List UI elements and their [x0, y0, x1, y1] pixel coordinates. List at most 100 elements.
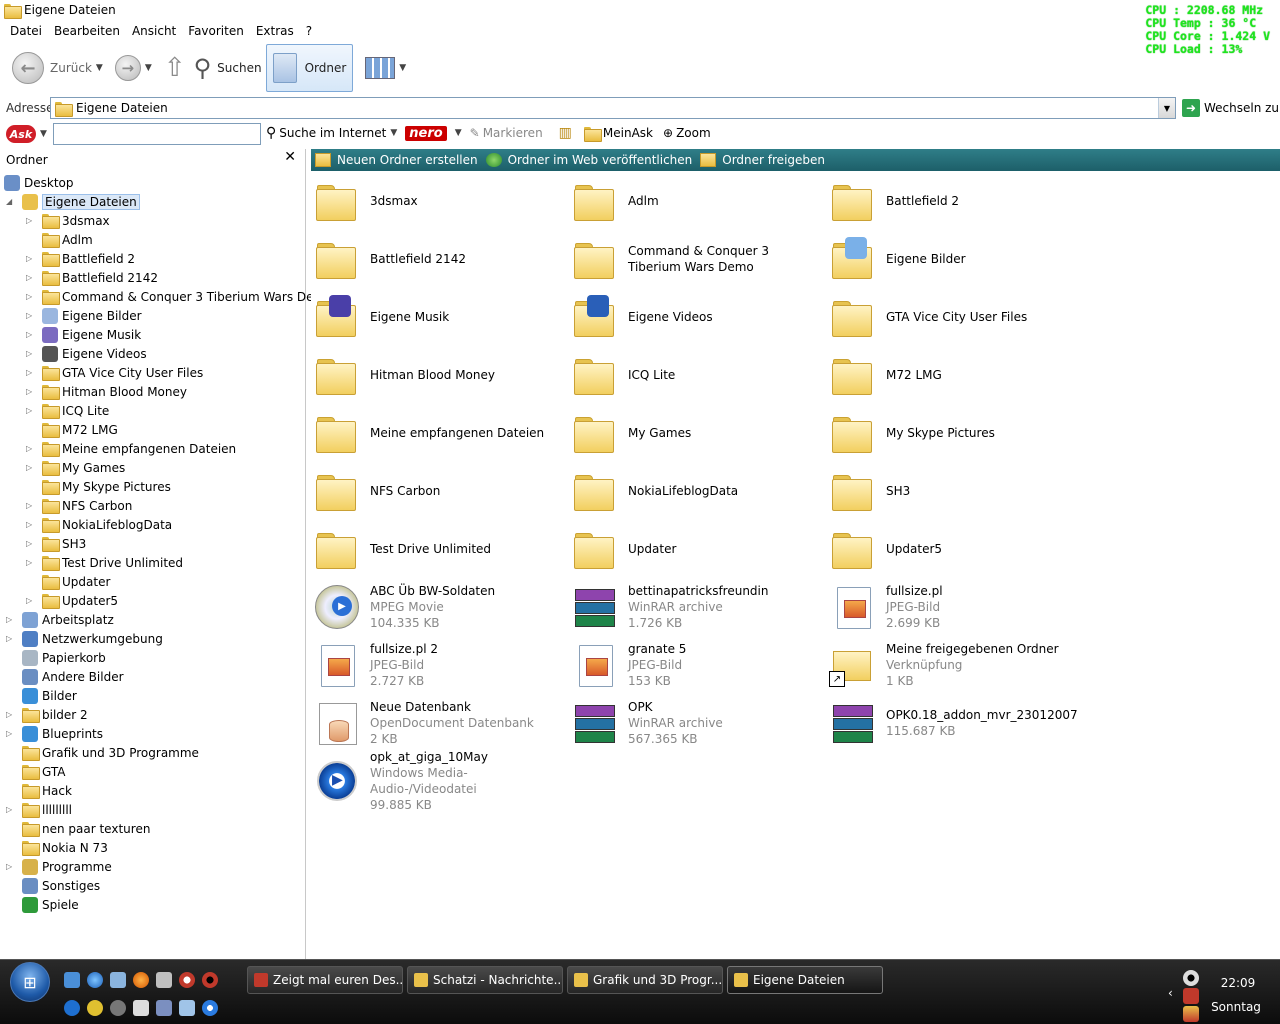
- quicklaunch-explorer-icon[interactable]: [110, 972, 126, 988]
- tree-item[interactable]: ▷ Battlefield 2142: [26, 268, 158, 287]
- taskbar-button[interactable]: Eigene Dateien: [727, 966, 883, 994]
- tree-item[interactable]: Grafik und 3D Programme: [6, 743, 199, 762]
- file-item[interactable]: opk_at_giga_10May Windows Media-Audio-/Vi…: [313, 750, 563, 812]
- tree-item[interactable]: Sonstiges: [6, 876, 100, 895]
- tree-item[interactable]: Spiele: [6, 895, 79, 914]
- tray-shield-icon[interactable]: [1183, 988, 1199, 1004]
- tree-item[interactable]: Andere Bilder: [6, 667, 124, 686]
- tree-item[interactable]: ▷ 3dsmax: [26, 211, 110, 230]
- myask-button[interactable]: MeinAsk: [583, 126, 653, 142]
- tree-item[interactable]: ▷ Programme: [6, 857, 112, 876]
- close-icon[interactable]: ✕: [284, 149, 296, 165]
- quicklaunch-firefox-icon[interactable]: [133, 972, 149, 988]
- folder-item[interactable]: M72 LMG: [829, 348, 1079, 402]
- quicklaunch-ie-icon[interactable]: [87, 972, 103, 988]
- folder-item[interactable]: GTA Vice City User Files: [829, 290, 1079, 344]
- tree-item[interactable]: ▷ Hitman Blood Money: [26, 382, 187, 401]
- taskbar-button[interactable]: Zeigt mal euren Des...: [247, 966, 403, 994]
- quicklaunch-tool-icon[interactable]: [133, 1000, 149, 1016]
- address-dropdown-icon[interactable]: ▼: [1158, 98, 1175, 118]
- tree-item[interactable]: ▷ SH3: [26, 534, 86, 553]
- start-button[interactable]: ⊞: [10, 962, 50, 1002]
- menu-view[interactable]: Ansicht: [126, 24, 182, 38]
- clock-time[interactable]: 22:09: [1208, 976, 1268, 990]
- tree-item[interactable]: ▷ Meine empfangenen Dateien: [26, 439, 236, 458]
- folder-item[interactable]: Battlefield 2142: [313, 232, 563, 286]
- tree-item[interactable]: ▷ Test Drive Unlimited: [26, 553, 183, 572]
- expand-arrow-icon[interactable]: ▷: [26, 406, 36, 415]
- forward-button[interactable]: → ▼: [111, 44, 160, 92]
- ask-dropdown-icon[interactable]: ▼: [40, 129, 47, 139]
- tree-item[interactable]: ▷ lllllllll: [6, 800, 72, 819]
- address-input[interactable]: Eigene Dateien ▼: [50, 97, 1176, 119]
- search-web-button[interactable]: ⚲ Suche im Internet ▼: [266, 125, 401, 141]
- expand-arrow-icon[interactable]: ◢: [6, 197, 16, 206]
- expand-arrow-icon[interactable]: ▷: [26, 596, 36, 605]
- file-item[interactable]: Meine freigegebenen Ordner Verknüpfung 1 K…: [829, 638, 1079, 692]
- folder-item[interactable]: Updater: [571, 522, 821, 576]
- expand-arrow-icon[interactable]: ▷: [26, 292, 36, 301]
- tray-zonealarm-icon[interactable]: [1183, 1006, 1199, 1022]
- menu-help[interactable]: ?: [300, 24, 318, 38]
- tree-item[interactable]: ▷ ICQ Lite: [26, 401, 109, 420]
- file-item[interactable]: granate 5 JPEG-Bild 153 KB: [571, 638, 821, 692]
- tree-item[interactable]: ◢ Eigene Dateien: [6, 192, 140, 211]
- menu-favorites[interactable]: Favoriten: [182, 24, 250, 38]
- expand-arrow-icon[interactable]: ▷: [6, 805, 16, 814]
- up-button[interactable]: ⇧: [160, 44, 190, 92]
- folder-item[interactable]: Command & Conquer 3 Tiberium Wars Demo: [571, 232, 821, 286]
- quicklaunch-window-icon[interactable]: [179, 1000, 195, 1016]
- taskbar-button[interactable]: Grafik und 3D Progr...: [567, 966, 723, 994]
- nero-button[interactable]: nero: [405, 125, 447, 141]
- folder-item[interactable]: ICQ Lite: [571, 348, 821, 402]
- file-item[interactable]: OPK WinRAR archive 567.365 KB: [571, 696, 821, 750]
- tree-item[interactable]: ▷ Blueprints: [6, 724, 103, 743]
- expand-arrow-icon[interactable]: ▷: [26, 444, 36, 453]
- folder-item[interactable]: Eigene Musik: [313, 290, 563, 344]
- tree-item[interactable]: ▷ NFS Carbon: [26, 496, 132, 515]
- expand-arrow-icon[interactable]: ▷: [6, 862, 16, 871]
- menu-file[interactable]: Datei: [4, 24, 48, 38]
- expand-arrow-icon[interactable]: ▷: [6, 710, 16, 719]
- new-folder-task[interactable]: Neuen Ordner erstellen: [315, 153, 478, 167]
- tree-item[interactable]: ▷ Battlefield 2: [26, 249, 135, 268]
- ask-logo[interactable]: Ask: [6, 125, 36, 143]
- tray-expand-icon[interactable]: ‹: [1168, 986, 1173, 1000]
- go-button[interactable]: ➜ Wechseln zu: [1182, 99, 1279, 117]
- quicklaunch-steam-icon[interactable]: [110, 1000, 126, 1016]
- file-item[interactable]: Neue Datenbank OpenDocument Datenbank 2 KB: [313, 696, 563, 750]
- expand-arrow-icon[interactable]: ▷: [26, 387, 36, 396]
- folder-item[interactable]: Meine empfangenen Dateien: [313, 406, 563, 460]
- publish-folder-task[interactable]: Ordner im Web veröffentlichen: [485, 153, 692, 167]
- tree-item[interactable]: ▷ Eigene Musik: [26, 325, 141, 344]
- quicklaunch-record-icon[interactable]: [179, 972, 195, 988]
- tree-item[interactable]: ▷ Eigene Videos: [26, 344, 147, 363]
- expand-arrow-icon[interactable]: ▷: [26, 539, 36, 548]
- tree-item[interactable]: Papierkorb: [6, 648, 106, 667]
- tree-item[interactable]: Nokia N 73: [6, 838, 108, 857]
- search-web-dropdown-icon[interactable]: ▼: [390, 128, 397, 138]
- tree-item[interactable]: Updater: [26, 572, 110, 591]
- folder-item[interactable]: Battlefield 2: [829, 174, 1079, 228]
- tray-eye-icon[interactable]: [1183, 970, 1199, 986]
- quicklaunch-search-icon[interactable]: [64, 1000, 80, 1016]
- folder-item[interactable]: My Games: [571, 406, 821, 460]
- folder-item[interactable]: 3dsmax: [313, 174, 563, 228]
- folder-item[interactable]: Test Drive Unlimited: [313, 522, 563, 576]
- quicklaunch-media-icon[interactable]: [156, 1000, 172, 1016]
- expand-arrow-icon[interactable]: ▷: [26, 520, 36, 529]
- expand-arrow-icon[interactable]: ▷: [26, 368, 36, 377]
- quicklaunch-desktop-icon[interactable]: [64, 972, 80, 988]
- file-item[interactable]: bettinapatricksfreundin WinRAR archive 1.7…: [571, 580, 821, 634]
- back-button[interactable]: ← Zurück ▼: [8, 44, 111, 92]
- folder-item[interactable]: Hitman Blood Money: [313, 348, 563, 402]
- highlight-button[interactable]: ✎ Markieren: [470, 126, 543, 140]
- expand-arrow-icon[interactable]: ▷: [6, 634, 16, 643]
- tree-item[interactable]: ▷ Updater5: [26, 591, 118, 610]
- tree-item[interactable]: ▷ bilder 2: [6, 705, 88, 724]
- folder-item[interactable]: Updater5: [829, 522, 1079, 576]
- tree-item[interactable]: ▷ GTA Vice City User Files: [26, 363, 203, 382]
- expand-arrow-icon[interactable]: ▷: [26, 216, 36, 225]
- tree-item[interactable]: Desktop: [2, 173, 74, 192]
- quicklaunch-wmp-icon[interactable]: [202, 1000, 218, 1016]
